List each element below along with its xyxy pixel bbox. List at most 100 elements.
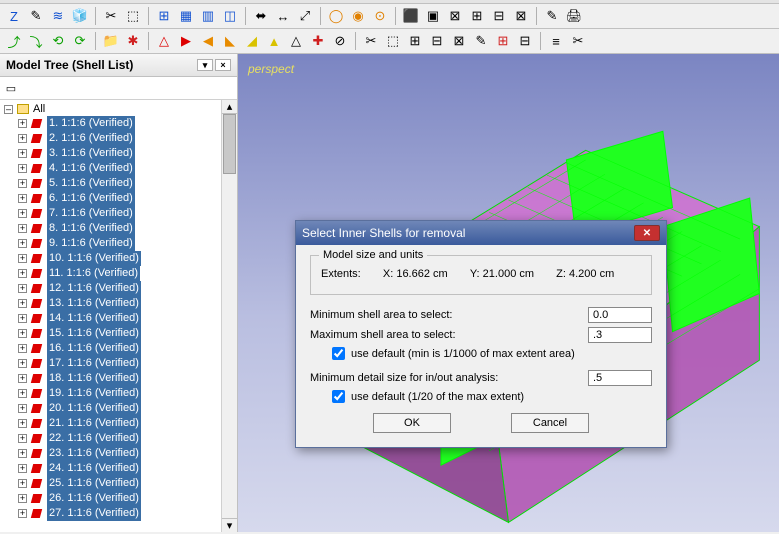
tool-circle3-icon[interactable]: ⊙: [370, 6, 390, 26]
tool-tri5-icon[interactable]: ◢: [242, 31, 262, 51]
expand-icon[interactable]: +: [18, 134, 27, 143]
tree-item[interactable]: +26. 1:1:6 (Verified): [0, 491, 221, 506]
expand-icon[interactable]: +: [18, 494, 27, 503]
expand-icon[interactable]: +: [18, 224, 27, 233]
tool-g6-icon[interactable]: ⊟: [515, 31, 535, 51]
expand-icon[interactable]: +: [18, 179, 27, 188]
tool-sel2-icon[interactable]: ⬚: [383, 31, 403, 51]
tool-rot1-icon[interactable]: ⟲: [48, 31, 68, 51]
min-area-input[interactable]: [588, 307, 652, 323]
tree-item[interactable]: +16. 1:1:6 (Verified): [0, 341, 221, 356]
tool-box2-icon[interactable]: ▣: [423, 6, 443, 26]
tree-item[interactable]: +3. 1:1:6 (Verified): [0, 146, 221, 161]
tool-tri1-icon[interactable]: △: [154, 31, 174, 51]
tool-cut-icon[interactable]: ✂: [101, 6, 121, 26]
expand-icon[interactable]: +: [18, 404, 27, 413]
expand-icon[interactable]: +: [18, 119, 27, 128]
scroll-up-icon[interactable]: ▴: [222, 100, 237, 114]
tool-grid1-icon[interactable]: ⊞: [154, 6, 174, 26]
expand-icon[interactable]: +: [18, 329, 27, 338]
tool-box3-icon[interactable]: ⊠: [445, 6, 465, 26]
tree-item[interactable]: +4. 1:1:6 (Verified): [0, 161, 221, 176]
tool-slash-icon[interactable]: ⊘: [330, 31, 350, 51]
tool-plus-icon[interactable]: ✚: [308, 31, 328, 51]
tree-item[interactable]: +2. 1:1:6 (Verified): [0, 131, 221, 146]
expand-icon[interactable]: –: [4, 105, 13, 114]
expand-icon[interactable]: +: [18, 254, 27, 263]
tool-z-icon[interactable]: Z: [4, 6, 24, 26]
expand-icon[interactable]: +: [18, 509, 27, 518]
expand-icon[interactable]: +: [18, 239, 27, 248]
tool-tri7-icon[interactable]: △: [286, 31, 306, 51]
tree-root[interactable]: – All: [0, 102, 221, 116]
expand-icon[interactable]: +: [18, 299, 27, 308]
tool-tri4-icon[interactable]: ◣: [220, 31, 240, 51]
expand-icon[interactable]: +: [18, 164, 27, 173]
tree-item[interactable]: +21. 1:1:6 (Verified): [0, 416, 221, 431]
tree-tool-icon[interactable]: ▭: [2, 79, 20, 97]
expand-icon[interactable]: +: [18, 269, 27, 278]
close-icon[interactable]: ✕: [634, 225, 660, 241]
tool-print-icon[interactable]: 🖨: [564, 6, 584, 26]
expand-icon[interactable]: +: [18, 344, 27, 353]
use-default-detail-checkbox[interactable]: [332, 390, 345, 403]
tool-list-icon[interactable]: ≡: [546, 31, 566, 51]
tool-draw-icon[interactable]: ✎: [542, 6, 562, 26]
min-detail-input[interactable]: [588, 370, 652, 386]
tool-select-icon[interactable]: ⬚: [123, 6, 143, 26]
tool-box1-icon[interactable]: ⬛: [401, 6, 421, 26]
scrollbar-vertical[interactable]: ▴ ▾: [221, 100, 237, 532]
expand-icon[interactable]: +: [18, 449, 27, 458]
model-tree[interactable]: – All +1. 1:1:6 (Verified)+2. 1:1:6 (Ver…: [0, 100, 221, 532]
tool-grid2-icon[interactable]: ▦: [176, 6, 196, 26]
tool-waves-icon[interactable]: ≋: [48, 6, 68, 26]
tree-item[interactable]: +10. 1:1:6 (Verified): [0, 251, 221, 266]
tree-item[interactable]: +5. 1:1:6 (Verified): [0, 176, 221, 191]
tree-item[interactable]: +19. 1:1:6 (Verified): [0, 386, 221, 401]
tool-g3-icon[interactable]: ⊠: [449, 31, 469, 51]
scroll-thumb[interactable]: [223, 114, 236, 174]
expand-icon[interactable]: +: [18, 464, 27, 473]
tool-g4-icon[interactable]: ✎: [471, 31, 491, 51]
tool-tri3-icon[interactable]: ◀: [198, 31, 218, 51]
tree-item[interactable]: +14. 1:1:6 (Verified): [0, 311, 221, 326]
max-area-input[interactable]: [588, 327, 652, 343]
tree-item[interactable]: +11. 1:1:6 (Verified): [0, 266, 221, 281]
scroll-down-icon[interactable]: ▾: [222, 518, 237, 532]
tool-box5-icon[interactable]: ⊟: [489, 6, 509, 26]
use-default-area-checkbox[interactable]: [332, 347, 345, 360]
expand-icon[interactable]: +: [18, 374, 27, 383]
expand-icon[interactable]: +: [18, 434, 27, 443]
tree-item[interactable]: +20. 1:1:6 (Verified): [0, 401, 221, 416]
tree-item[interactable]: +24. 1:1:6 (Verified): [0, 461, 221, 476]
tool-redo-icon[interactable]: ⤵: [26, 31, 46, 51]
tool-circle1-icon[interactable]: ◯: [326, 6, 346, 26]
tool-scale-icon[interactable]: ⤢: [295, 6, 315, 26]
tool-edit-icon[interactable]: ✎: [26, 6, 46, 26]
tree-item[interactable]: +25. 1:1:6 (Verified): [0, 476, 221, 491]
expand-icon[interactable]: +: [18, 359, 27, 368]
tool-tri2-icon[interactable]: ▶: [176, 31, 196, 51]
tree-item[interactable]: +27. 1:1:6 (Verified): [0, 506, 221, 521]
tool-star-icon[interactable]: ✱: [123, 31, 143, 51]
panel-close-icon[interactable]: ×: [215, 59, 231, 71]
tool-box6-icon[interactable]: ⊠: [511, 6, 531, 26]
dialog-titlebar[interactable]: Select Inner Shells for removal ✕: [296, 221, 666, 245]
expand-icon[interactable]: +: [18, 419, 27, 428]
tree-item[interactable]: +7. 1:1:6 (Verified): [0, 206, 221, 221]
tree-item[interactable]: +1. 1:1:6 (Verified): [0, 116, 221, 131]
tree-item[interactable]: +9. 1:1:6 (Verified): [0, 236, 221, 251]
expand-icon[interactable]: +: [18, 314, 27, 323]
tree-item[interactable]: +8. 1:1:6 (Verified): [0, 221, 221, 236]
tool-tri6-icon[interactable]: ▲: [264, 31, 284, 51]
expand-icon[interactable]: +: [18, 149, 27, 158]
cancel-button[interactable]: Cancel: [511, 413, 589, 433]
expand-icon[interactable]: +: [18, 284, 27, 293]
tool-grid3-icon[interactable]: ▥: [198, 6, 218, 26]
tree-item[interactable]: +23. 1:1:6 (Verified): [0, 446, 221, 461]
tool-trim-icon[interactable]: ✂: [568, 31, 588, 51]
tree-item[interactable]: +6. 1:1:6 (Verified): [0, 191, 221, 206]
tool-resize-icon[interactable]: ↔: [273, 6, 293, 26]
ok-button[interactable]: OK: [373, 413, 451, 433]
tool-move-icon[interactable]: ⬌: [251, 6, 271, 26]
